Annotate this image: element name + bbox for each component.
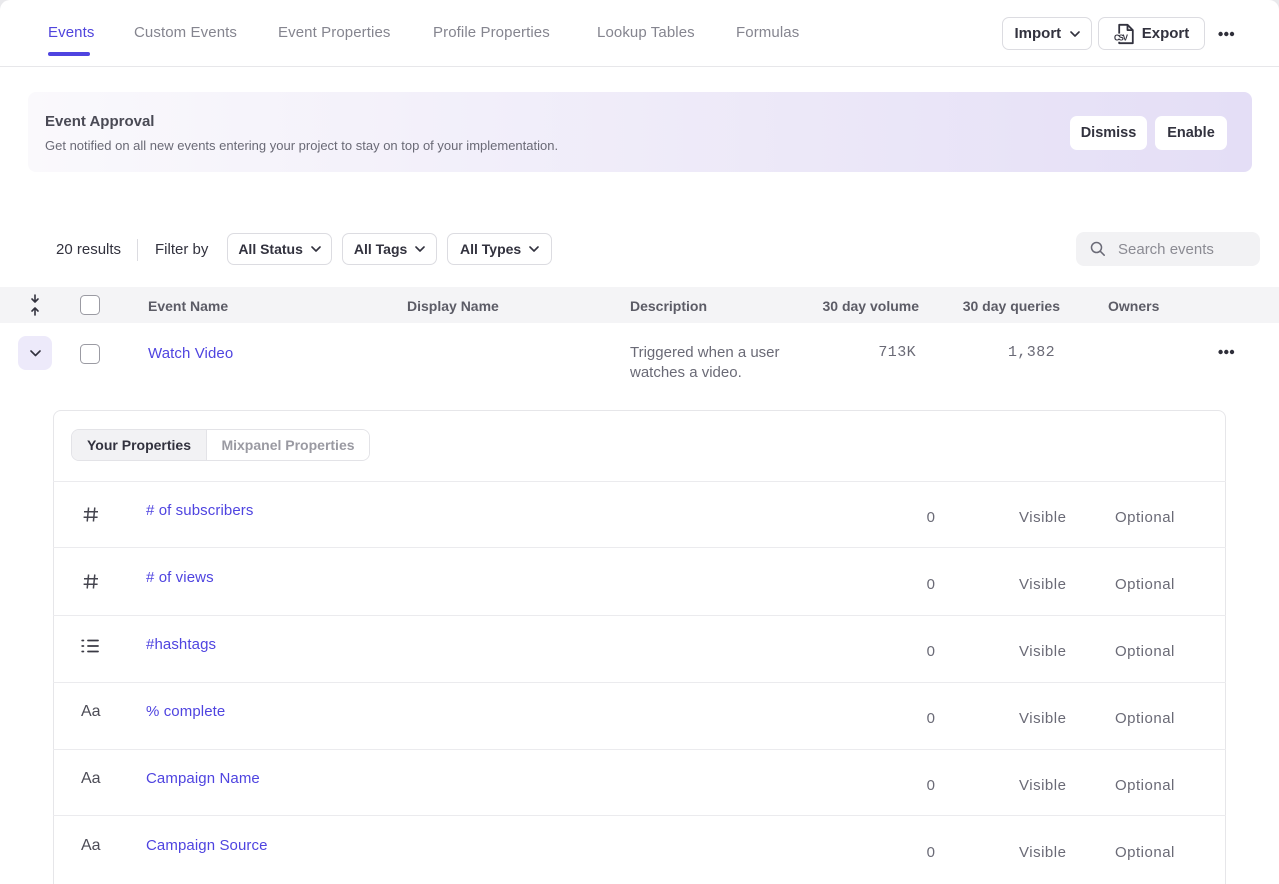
svg-text:CSV: CSV <box>1114 33 1129 42</box>
